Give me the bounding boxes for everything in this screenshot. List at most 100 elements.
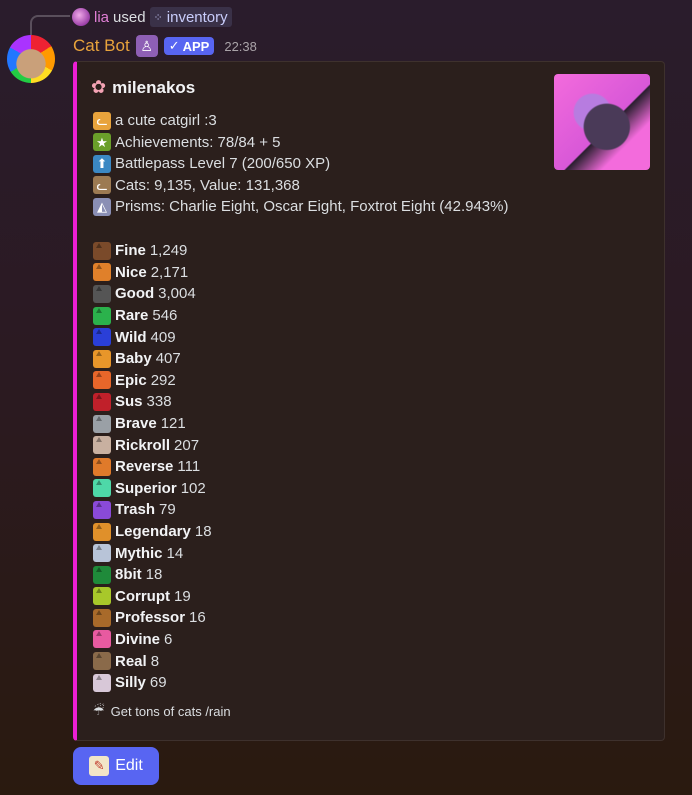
cat-type-name: Wild bbox=[115, 328, 147, 346]
cat-type-count: 2,171 bbox=[150, 263, 189, 281]
cat-type-name: Silly bbox=[115, 674, 146, 692]
cat-type-name: Good bbox=[115, 285, 155, 303]
cat-row: Mythic 14 bbox=[93, 542, 212, 564]
memo-icon: ✎ bbox=[89, 756, 110, 776]
cat-type-icon bbox=[93, 392, 111, 411]
reply-username[interactable]: lia bbox=[94, 9, 109, 26]
cat-type-name: Divine bbox=[115, 630, 161, 648]
cat-type-icon bbox=[93, 479, 111, 498]
cat-type-count: 18 bbox=[145, 566, 163, 584]
cat-type-icon bbox=[93, 457, 111, 476]
cat-type-name: Reverse bbox=[115, 458, 174, 476]
command-name: inventory bbox=[166, 8, 228, 26]
prism-icon: ◭ bbox=[93, 197, 111, 216]
cat-type-name: Superior bbox=[115, 479, 177, 497]
cat-type-count: 292 bbox=[150, 371, 176, 389]
cat-type-name: Real bbox=[115, 652, 147, 670]
embed-thumbnail[interactable] bbox=[554, 74, 650, 170]
timestamp[interactable]: 22:38 bbox=[224, 39, 257, 54]
stat-text: a cute catgirl :3 bbox=[115, 112, 217, 130]
cat-type-name: 8bit bbox=[115, 566, 142, 584]
cat-type-count: 79 bbox=[159, 501, 176, 519]
cat-type-icon bbox=[93, 263, 111, 282]
cat-type-icon bbox=[93, 328, 111, 347]
cat-type-count: 8 bbox=[150, 652, 160, 670]
stat-line: ᓚ Cats: 9,135, Value: 131,368 bbox=[93, 175, 508, 197]
cat-row: Baby 407 bbox=[93, 348, 212, 370]
cat-type-count: 102 bbox=[180, 479, 206, 497]
cat-type-icon bbox=[93, 587, 111, 606]
slash-command-icon: ⁘ bbox=[153, 11, 163, 24]
cat-type-icon bbox=[93, 522, 111, 541]
footer-text: Get tons of cats /rain bbox=[110, 703, 231, 719]
message-header: Cat Bot ♙ ✓ APP 22:38 bbox=[73, 34, 257, 58]
app-tag-label: APP bbox=[182, 38, 210, 54]
cat-type-icon bbox=[93, 652, 111, 671]
cat-type-count: 16 bbox=[189, 609, 206, 627]
cat-row: Epic 292 bbox=[93, 370, 212, 392]
cat-type-icon bbox=[93, 241, 111, 260]
cat-row: Reverse 111 bbox=[93, 456, 212, 478]
cat-row: 8bit 18 bbox=[93, 564, 212, 586]
cat-type-icon bbox=[93, 544, 111, 563]
stat-line: ⬆ Battlepass Level 7 (200/650 XP) bbox=[93, 153, 508, 175]
cat-row: Brave 121 bbox=[93, 413, 212, 435]
cat-type-icon bbox=[93, 500, 111, 519]
cat-type-name: Brave bbox=[115, 415, 157, 433]
cat-row: Superior 102 bbox=[93, 478, 212, 500]
stat-text: Cats: 9,135, Value: 131,368 bbox=[115, 176, 300, 194]
bot-avatar[interactable] bbox=[7, 35, 55, 83]
cat-type-count: 546 bbox=[152, 307, 178, 325]
cat-type-name: Professor bbox=[115, 609, 186, 627]
cat-row: Fine 1,249 bbox=[93, 240, 212, 262]
cat-type-count: 409 bbox=[150, 328, 176, 346]
cat-type-name: Baby bbox=[115, 350, 152, 368]
up-arrow-icon: ⬆ bbox=[93, 154, 111, 173]
role-icon: ♙ bbox=[135, 35, 158, 57]
cat-type-icon bbox=[93, 436, 111, 455]
cat-inventory-list: Fine 1,249 Nice 2,171 Good 3,004 Rare 546 Wild 40… bbox=[93, 240, 212, 693]
edit-button[interactable]: ✎ Edit bbox=[73, 747, 159, 785]
cat-type-name: Rare bbox=[115, 307, 149, 325]
cat-type-name: Sus bbox=[115, 393, 143, 411]
cat-type-count: 121 bbox=[160, 415, 186, 433]
cat-type-icon bbox=[93, 414, 111, 433]
cat-type-count: 3,004 bbox=[158, 285, 196, 303]
cat-type-count: 111 bbox=[177, 458, 201, 476]
cat-type-name: Nice bbox=[115, 263, 147, 281]
cat-row: Sus 338 bbox=[93, 391, 212, 413]
cat-type-name: Epic bbox=[115, 371, 147, 389]
reply-reference[interactable]: lia used ⁘ inventory bbox=[72, 6, 232, 28]
flower-icon: ✿ bbox=[91, 77, 107, 97]
author-name[interactable]: Cat Bot bbox=[73, 36, 130, 56]
cat-icon: ᓚ bbox=[93, 176, 111, 195]
cat-type-count: 14 bbox=[166, 544, 184, 562]
cat-type-icon bbox=[93, 371, 111, 390]
stat-text: Battlepass Level 7 (200/650 XP) bbox=[115, 155, 331, 173]
cat-row: Rickroll 207 bbox=[93, 434, 212, 456]
cat-type-name: Legendary bbox=[115, 523, 191, 541]
cat-type-count: 18 bbox=[194, 523, 212, 541]
cat-row: Rare 546 bbox=[93, 305, 212, 327]
command-mention[interactable]: ⁘ inventory bbox=[149, 7, 232, 27]
achievement-icon: ★ bbox=[93, 133, 111, 152]
cat-row: Good 3,004 bbox=[93, 283, 212, 305]
edit-button-label: Edit bbox=[115, 757, 143, 774]
cat-face-icon: ᓚ bbox=[93, 111, 111, 130]
cat-type-count: 19 bbox=[174, 587, 191, 605]
reply-used-text: used bbox=[113, 8, 146, 26]
cat-type-icon bbox=[93, 673, 111, 692]
cat-row: Real 8 bbox=[93, 650, 212, 672]
reply-avatar[interactable] bbox=[72, 8, 90, 26]
stat-line: ◭ Prisms: Charlie Eight, Oscar Eight, Fox… bbox=[93, 196, 508, 218]
cat-type-count: 407 bbox=[155, 350, 181, 368]
stat-text: Achievements: 78/84 + 5 bbox=[115, 133, 281, 151]
cat-type-count: 6 bbox=[164, 630, 173, 648]
cat-type-name: Corrupt bbox=[115, 587, 170, 605]
cat-row: Divine 6 bbox=[93, 629, 212, 651]
cat-type-name: Fine bbox=[115, 242, 146, 260]
cat-type-name: Mythic bbox=[115, 544, 163, 562]
cat-type-icon bbox=[93, 306, 111, 325]
cat-type-icon bbox=[93, 565, 111, 584]
cat-type-icon bbox=[93, 630, 111, 649]
